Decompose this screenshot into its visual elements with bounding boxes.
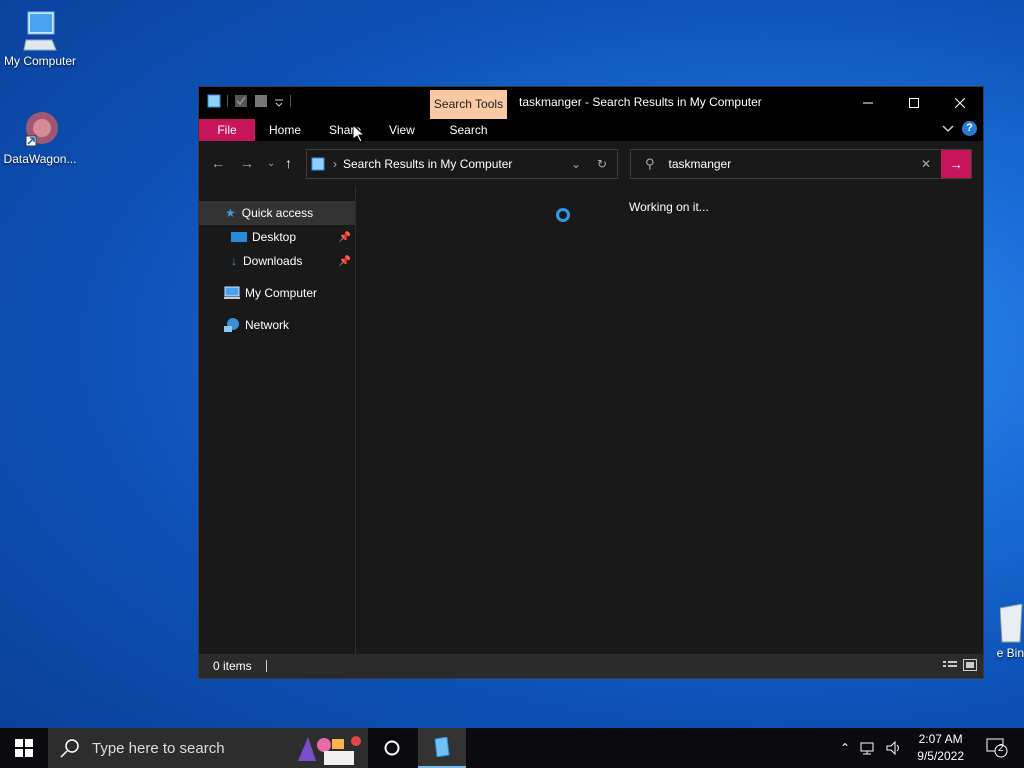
maximize-icon	[909, 98, 919, 108]
datawagon-icon	[25, 112, 58, 147]
tab-share[interactable]: Share	[315, 119, 375, 141]
computer-icon	[23, 11, 57, 51]
cortana-button[interactable]	[368, 728, 416, 768]
help-icon[interactable]: ?	[962, 121, 977, 136]
desktop-icon-label: DataWagon...	[3, 152, 77, 166]
new-folder-icon[interactable]	[254, 94, 268, 108]
cortana-icon	[384, 740, 400, 756]
address-bar[interactable]: › Search Results in My Computer ⌄ ↻	[306, 149, 618, 179]
taskbar-file-explorer[interactable]	[418, 728, 466, 768]
taskbar: Type here to search ⌃ 2:07 AM 9/5/2022 2	[0, 728, 1024, 768]
desktop-icon	[231, 232, 247, 242]
clock-time: 2:07 AM	[918, 732, 963, 746]
quick-access-toolbar	[207, 94, 291, 108]
search-go-button[interactable]: →	[941, 150, 971, 178]
title-bar[interactable]: Search Tools taskmanger - Search Results…	[199, 87, 983, 119]
recent-locations-chevron-icon[interactable]: ⌄	[267, 158, 275, 169]
back-arrow-icon[interactable]: ←	[211, 155, 225, 171]
breadcrumb-chevron-icon: ›	[333, 157, 337, 171]
action-center-button[interactable]: 2	[986, 736, 1008, 761]
search-highlight-illustration-icon	[298, 736, 361, 765]
large-icons-view-icon[interactable]	[963, 659, 977, 671]
pin-icon[interactable]: 📌	[339, 256, 351, 267]
ribbon-tabs: File Home Share View Search ?	[199, 119, 983, 141]
sidebar-item-label: Downloads	[243, 254, 303, 268]
network-icon	[224, 318, 239, 332]
sidebar-item-my-computer[interactable]: My Computer	[199, 281, 355, 305]
notification-count: 2	[998, 743, 1004, 754]
loading-spinner-icon	[556, 208, 570, 222]
item-count: 0 items	[213, 659, 252, 673]
sidebar-item-downloads[interactable]: ↓ Downloads 📌	[199, 249, 355, 273]
pin-icon[interactable]: 📌	[339, 232, 351, 243]
up-arrow-icon[interactable]: ↑	[285, 155, 292, 171]
maximize-button[interactable]	[891, 87, 937, 119]
file-explorer-icon	[434, 737, 450, 757]
file-list-area[interactable]: Working on it...	[356, 186, 983, 654]
address-dropdown-icon[interactable]: ⌄	[571, 157, 581, 171]
forward-arrow-icon[interactable]: →	[240, 155, 254, 171]
status-message: Working on it...	[629, 200, 709, 214]
sidebar-item-desktop[interactable]: Desktop 📌	[199, 225, 355, 249]
customize-qat-icon[interactable]	[274, 94, 284, 108]
desktop-icon-datawagon[interactable]: DataWagon...	[0, 106, 80, 166]
start-button[interactable]	[0, 728, 48, 768]
recycle-bin-icon	[1000, 604, 1023, 643]
explorer-window: Search Tools taskmanger - Search Results…	[198, 86, 984, 679]
details-view-icon[interactable]	[943, 659, 957, 671]
explorer-app-icon	[207, 94, 221, 108]
clock[interactable]: 2:07 AM 9/5/2022	[917, 731, 964, 765]
system-tray: ⌃	[840, 728, 902, 768]
minimize-icon	[863, 102, 873, 104]
close-button[interactable]	[937, 87, 983, 119]
navigation-pane: ★ Quick access Desktop 📌 ↓ Downloads 📌 M…	[199, 186, 356, 654]
search-icon	[60, 739, 79, 758]
taskbar-search-box[interactable]: Type here to search	[48, 728, 368, 768]
mouse-cursor-icon	[353, 125, 365, 143]
desktop-icon-label: My Computer	[3, 54, 77, 68]
download-icon: ↓	[231, 254, 237, 268]
navigation-bar: ← → ⌄ ↑ › Search Results in My Computer …	[199, 141, 983, 186]
sidebar-item-network[interactable]: Network	[199, 313, 355, 337]
show-hidden-icons-chevron-icon[interactable]: ⌃	[840, 741, 850, 755]
status-bar: 0 items	[199, 654, 983, 678]
refresh-icon[interactable]: ↻	[597, 157, 607, 171]
desktop-icon-my-computer[interactable]: My Computer	[0, 10, 80, 68]
computer-icon	[224, 286, 240, 299]
search-input[interactable]: ⚲ taskmanger ✕ →	[630, 149, 972, 179]
search-tools-context-label: Search Tools	[430, 90, 507, 119]
clear-search-icon[interactable]: ✕	[921, 157, 931, 171]
tab-home[interactable]: Home	[255, 119, 315, 141]
separator	[265, 660, 267, 672]
sidebar-item-label: Desktop	[252, 230, 297, 244]
tab-file[interactable]: File	[199, 119, 255, 141]
separator	[227, 95, 228, 107]
window-title: taskmanger - Search Results in My Comput…	[519, 95, 762, 109]
address-text: Search Results in My Computer	[343, 157, 513, 171]
sidebar-item-label: My Computer	[245, 286, 318, 300]
volume-icon[interactable]	[886, 741, 902, 755]
sidebar-item-quick-access[interactable]: ★ Quick access	[199, 201, 355, 225]
search-icon: ⚲	[645, 156, 655, 171]
windows-logo-icon	[15, 739, 33, 757]
search-placeholder: Type here to search	[92, 739, 225, 757]
star-icon: ★	[225, 206, 236, 220]
search-query-text: taskmanger	[668, 157, 732, 171]
tab-view[interactable]: View	[375, 119, 429, 141]
sidebar-item-label: Network	[245, 318, 290, 332]
properties-icon[interactable]	[234, 94, 248, 108]
notification-icon	[986, 738, 1008, 758]
close-icon	[955, 98, 965, 108]
sidebar-item-label: Quick access	[241, 206, 314, 220]
clock-date: 9/5/2022	[917, 749, 964, 763]
search-folder-icon	[311, 157, 325, 171]
expand-ribbon-icon[interactable]	[942, 124, 954, 133]
minimize-button[interactable]	[845, 87, 891, 119]
separator	[290, 95, 291, 107]
tab-search[interactable]: Search	[430, 119, 507, 141]
network-status-icon[interactable]	[860, 741, 876, 755]
